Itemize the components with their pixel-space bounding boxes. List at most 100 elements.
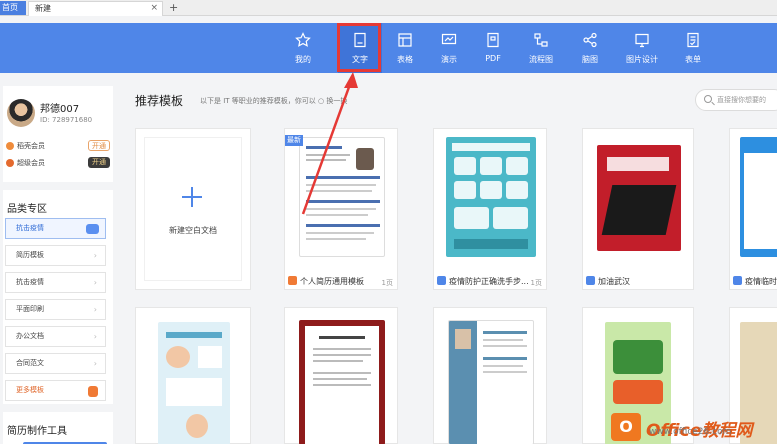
watermark-url: www.office26.com — [649, 427, 732, 437]
chevron-right-icon: › — [93, 251, 97, 260]
new-blank-inner — [144, 137, 242, 281]
tab-home[interactable]: 首页 — [0, 1, 26, 15]
vip-name: 稻壳会员 — [17, 142, 45, 150]
template-card-handwash[interactable]: 疫情防护正确洗手步... 1页 — [433, 128, 547, 290]
hot-icon — [288, 276, 297, 285]
activate-docer-button[interactable]: 开通 — [88, 140, 110, 151]
resume-thumbnail — [299, 137, 385, 257]
category-label: 简历模板 — [16, 251, 44, 259]
office-logo: O — [611, 413, 641, 441]
pdf-icon — [487, 32, 499, 48]
template-card-contract[interactable] — [284, 307, 398, 444]
toolbar-item-pdf[interactable]: PDF — [471, 23, 515, 73]
resume-tool-title: 简历制作工具 — [7, 426, 67, 437]
add-tab-icon[interactable]: + — [169, 0, 178, 15]
activate-super-button[interactable]: 开通 — [88, 157, 110, 168]
user-name: 邦德007 — [40, 104, 80, 115]
toolbar-item-mindmap[interactable]: 脑图 — [568, 23, 612, 73]
toolbar-item-table[interactable]: 表格 — [383, 23, 427, 73]
profile-panel: 邦德007 ID: 728971680 稻壳会员 开通 超级会员 开通 — [3, 86, 113, 182]
toolbar-item-label: 图片设计 — [626, 55, 658, 64]
toolbar-item-mine[interactable]: 我的 — [281, 23, 325, 73]
chevron-right-icon: › — [93, 278, 97, 287]
close-icon[interactable]: × — [150, 2, 158, 15]
new-tag: 最新 — [285, 135, 303, 146]
category-title: 品类专区 — [7, 204, 47, 215]
toolbar-item-flowchart[interactable]: 流程图 — [519, 23, 563, 73]
category-label: 办公文档 — [16, 332, 44, 340]
avatar[interactable] — [7, 99, 35, 127]
resume-2-thumbnail — [448, 320, 534, 444]
tab-bar: 首页 新建 × + — [0, 0, 777, 16]
toolbar-item-presentation[interactable]: 演示 — [427, 23, 471, 73]
highlight-box — [337, 23, 381, 72]
table-icon — [398, 33, 412, 47]
recommend-subtitle[interactable]: 以下是 IT 等职业的推荐模板，你可以 ○ 换一换 — [200, 96, 347, 106]
toolbar-item-label: 我的 — [295, 55, 311, 64]
chevron-right-icon: › — [93, 359, 97, 368]
toolbar-item-label: 脑图 — [582, 55, 598, 64]
search-icon — [704, 95, 712, 103]
template-caption: 疫情临时日... — [733, 276, 777, 287]
search-input[interactable]: 直接搜你想要的 — [695, 89, 777, 111]
user-id: ID: 728971680 — [40, 116, 93, 124]
app-toolbar: 我的 文字 表格 演示 PDF 流程图 脑图 图片设计 表单 — [0, 23, 777, 73]
vip-row-docer: 稻壳会员 开通 — [6, 140, 110, 152]
toolbar-item-label: 表格 — [397, 55, 413, 64]
tab-new[interactable]: 新建 × — [28, 1, 163, 16]
sidebar: 邦德007 ID: 728971680 稻壳会员 开通 超级会员 开通 品类专区… — [3, 86, 113, 444]
page-count: 1页 — [381, 279, 393, 287]
poster-1-thumbnail — [158, 322, 230, 444]
chevron-right-icon: › — [93, 305, 97, 314]
form-icon — [687, 32, 699, 48]
docer-vip-icon — [6, 142, 14, 150]
toolbar-item-label: PDF — [485, 54, 501, 63]
flowchart-icon — [534, 33, 548, 47]
template-caption: 疫情防护正确洗手步... — [437, 276, 529, 287]
template-card-wuhan[interactable]: 加油武汉 — [582, 128, 694, 290]
mindmap-icon — [583, 32, 597, 48]
category-label: 合同范文 — [16, 359, 44, 367]
new-blank-label: 新建空白文档 — [169, 226, 217, 235]
template-card-resume[interactable]: 个人简历通用模板 1页 — [284, 128, 398, 290]
template-card-poster-1[interactable] — [135, 307, 251, 444]
recommend-title: 推荐模板 — [135, 94, 184, 108]
category-item-print[interactable]: 平面印刷 › — [5, 299, 106, 320]
toolbar-item-form[interactable]: 表单 — [671, 23, 715, 73]
category-item-epidemic-2[interactable]: 抗击疫情 › — [5, 272, 106, 293]
category-item-contract[interactable]: 合同范文 › — [5, 353, 106, 374]
template-caption: 个人简历通用模板 — [288, 276, 364, 287]
category-panel: 品类专区 抗击疫情 简历模板 › 抗击疫情 › 平面印刷 › 办公文档 › 合同… — [3, 190, 113, 404]
category-item-more[interactable]: 更多模板 — [5, 380, 106, 401]
wuhan-thumbnail — [597, 145, 681, 251]
category-item-resume[interactable]: 简历模板 › — [5, 245, 106, 266]
search-placeholder: 直接搜你想要的 — [717, 96, 766, 104]
handwash-thumbnail — [446, 137, 536, 257]
toolbar-item-label: 流程图 — [529, 55, 553, 64]
plus-icon-bar — [182, 196, 202, 198]
chevron-right-icon: › — [93, 332, 97, 341]
template-card-resume-2[interactable] — [433, 307, 547, 444]
hot-badge-icon — [86, 224, 99, 234]
page-count: 1页 — [530, 279, 542, 287]
category-label: 平面印刷 — [16, 305, 44, 313]
resume-tool-panel: 简历制作工具 — [3, 412, 113, 444]
toolbar-item-image-design[interactable]: 图片设计 — [620, 23, 664, 73]
more-badge-icon — [88, 386, 98, 397]
vip-row-super: 超级会员 开通 — [6, 157, 110, 169]
category-item-office[interactable]: 办公文档 › — [5, 326, 106, 347]
vip-name: 超级会员 — [17, 159, 45, 167]
toolbar-item-label: 表单 — [685, 55, 701, 64]
image-design-icon — [635, 33, 649, 48]
category-label: 抗击疫情 — [16, 278, 44, 286]
epidemic-log-thumbnail — [740, 137, 777, 257]
star-icon — [295, 32, 311, 47]
template-card-epidemic-log[interactable]: 疫情临时日... — [729, 128, 777, 290]
category-label: 更多模板 — [16, 386, 44, 394]
presentation-icon — [441, 33, 457, 45]
tab-new-label: 新建 — [35, 4, 51, 13]
template-caption: 加油武汉 — [586, 276, 630, 287]
category-item-epidemic[interactable]: 抗击疫情 — [5, 218, 106, 239]
category-label: 抗击疫情 — [16, 224, 44, 232]
new-blank-card[interactable]: 新建空白文档 — [135, 128, 251, 290]
